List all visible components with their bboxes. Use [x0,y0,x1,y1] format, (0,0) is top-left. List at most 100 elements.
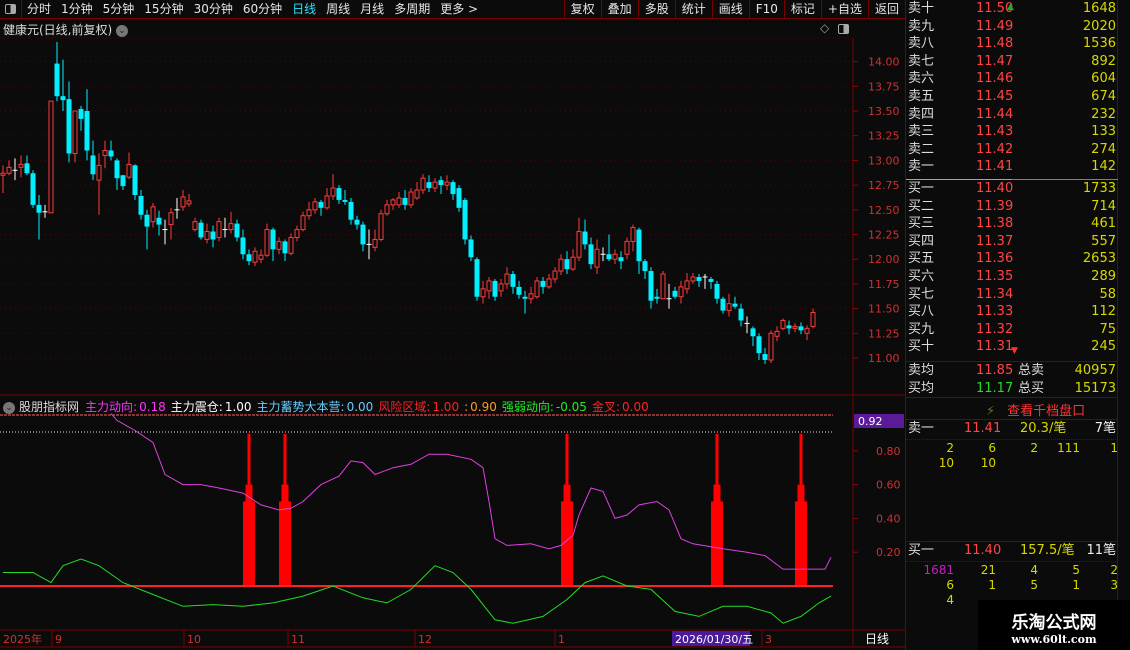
candle [528,286,534,304]
candle [468,235,474,262]
level-label: 卖十 [908,1,935,16]
queue-count: 7笔 [1094,421,1116,436]
candle [240,229,246,260]
candle [6,160,12,176]
candle [216,217,222,242]
kline-chart[interactable]: 14.00 13.75 13.50 13.25 13.00 12.75 12.50 12.25… [0,0,905,650]
order-book-row: 买一 11.40 1733 [908,180,1118,198]
candle [636,227,642,275]
level-price: 11.34 [976,286,1014,302]
order-book-row: 买九 11.32 75 [908,321,1118,339]
level-price: 11.44 [976,106,1014,122]
level-price: 11.33 [976,304,1014,320]
candle [708,276,714,289]
total-label: 总买 [1018,381,1045,396]
signal-spike [795,433,807,586]
level-label: 买八 [908,304,935,320]
level-label: 卖七 [908,53,935,69]
indicator-y-tick: 0.40 [876,512,901,525]
candle [300,211,306,232]
order-book-row: 卖六 11.46 604 [908,70,1118,88]
candle [372,229,378,252]
watermark-logo: 乐淘公式网 www.60lt.com [978,600,1130,650]
level-volume: 245 [1091,339,1116,355]
level-label: 卖四 [908,106,935,122]
candle [0,165,6,194]
order-book-row: 卖八 11.48 1536 [908,35,1118,53]
candle [162,219,168,245]
candle [540,276,546,294]
indicator-label: 金叉: [591,400,620,414]
candle [288,233,294,256]
candle [384,199,390,216]
candle [396,192,402,208]
candle [102,140,108,169]
candle [390,197,396,210]
avg-label: 买均 [908,381,935,396]
candle [684,273,690,294]
candle [492,278,498,301]
level-price: 11.47 [976,53,1014,69]
candle [792,323,798,333]
watermark-url: www.60lt.com [1011,633,1097,646]
level-price: 11.39 [976,198,1014,214]
order-book-row: 买八 11.33 112 [908,303,1118,321]
level-label: 买二 [908,198,935,214]
candle [642,259,648,279]
candle [126,152,132,180]
candle [588,237,594,270]
candle [72,110,78,163]
queue-order: 1 [1110,441,1118,455]
queue-order: 2 [946,441,954,455]
candle [312,197,318,214]
candle [756,333,762,360]
candle [606,234,612,262]
level-volume: 1536 [1082,36,1116,52]
level-label: 卖五 [908,89,935,104]
order-book-row: 买七 11.34 58 [908,286,1118,304]
queue-order: 2 [1110,563,1118,577]
candle [78,106,84,131]
thousand-level-link[interactable]: ⚡ 查看千档盘口 [986,400,1085,419]
candle [444,175,450,191]
indicator-label: 主力蓄势大本营: [256,400,345,414]
queue-avg: 157.5/笔 [1020,543,1075,558]
queue-count: 11笔 [1086,543,1116,558]
queue-order: 10 [980,456,996,470]
level-label: 卖六 [908,71,935,87]
candle [780,318,786,331]
chevron-down-icon[interactable]: ⌄ [3,401,15,414]
level-volume: 133 [1091,124,1116,140]
signal-spike [561,433,573,586]
candle [132,164,138,200]
period-label[interactable]: 日线 [865,632,889,646]
date-label: 3 [765,633,772,646]
candle [204,223,210,244]
avg-price: 11.17 [976,381,1014,396]
candle [480,280,486,304]
candle [330,174,336,200]
order-book-row: 买四 11.37 557 [908,233,1118,251]
level-price: 11.42 [976,141,1014,157]
level-label: 买三 [908,216,935,232]
indicator-header: ⌄ 股朋指标网 主力动向: 0.18 主力震仓: 1.00 主力蓄势大本营: 0.00 风险区域… [3,398,654,415]
average-row: 卖均 11.85 总卖 40957 [908,362,1118,380]
candle [534,276,540,299]
candle [12,158,18,181]
candle [498,278,504,297]
candle [324,188,330,210]
candle [18,155,24,178]
date-label: 9 [55,633,62,646]
queue-order: 6 [946,578,954,592]
level-volume: 557 [1091,233,1116,249]
candle [402,190,408,210]
indicator-value: 0.18 [139,400,166,414]
candle [564,251,570,275]
level-price: 11.37 [976,233,1014,249]
order-book-row: 卖四 11.44 232 [908,106,1118,124]
queue-order: 3 [1110,578,1118,592]
level-volume: 75 [1099,321,1116,337]
level-label: 卖八 [908,36,935,52]
y-tick-label: 12.50 [868,204,900,217]
level-label: 卖九 [908,18,935,34]
